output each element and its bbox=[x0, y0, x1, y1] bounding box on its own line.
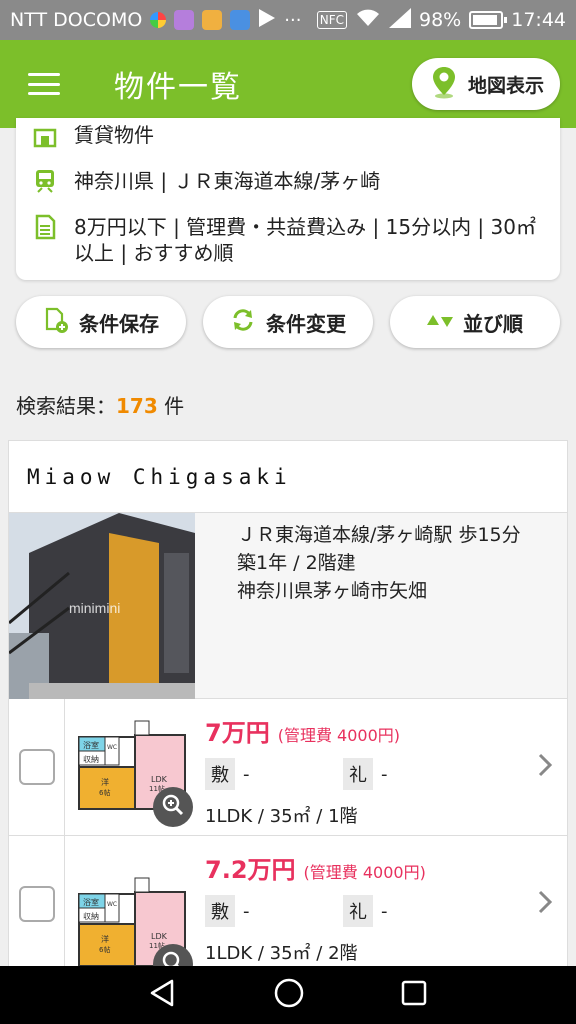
svg-text:浴室: 浴室 bbox=[83, 897, 99, 907]
room-info[interactable]: 7万円 (管理費 4000円) 敷 - 礼 - 1LDK / 35㎡ / 1階 bbox=[205, 699, 567, 835]
search-conditions-card: 賃貸物件 神奈川県 | ＪＲ東海道本線/茅ヶ崎 8万円以下 | 管理費・共益費込… bbox=[16, 118, 560, 280]
chevron-right-icon[interactable] bbox=[537, 752, 553, 782]
save-conditions-button[interactable]: 条件保存 bbox=[16, 296, 186, 348]
condition-details: 8万円以下 | 管理費・共益費込み | 15分以内 | 30㎡以上 | おすすめ… bbox=[32, 214, 548, 266]
key-money-label: 礼 bbox=[343, 758, 373, 790]
app-bar: 物件一覧 地図表示 bbox=[0, 40, 576, 128]
building-icon bbox=[32, 122, 58, 148]
zoom-plan-button[interactable] bbox=[153, 787, 193, 827]
pinwheel-icon bbox=[150, 12, 167, 28]
sort-order-button[interactable]: 並び順 bbox=[390, 296, 560, 348]
key-money-label: 礼 bbox=[343, 895, 373, 927]
train-icon bbox=[32, 168, 58, 194]
save-conditions-label: 条件保存 bbox=[79, 311, 159, 336]
svg-text:WC: WC bbox=[107, 744, 117, 751]
management-fee: (管理費 4000円) bbox=[277, 726, 400, 745]
svg-text:LDK: LDK bbox=[151, 775, 168, 784]
gallery-icon bbox=[174, 10, 195, 30]
system-nav-bar bbox=[0, 966, 576, 1024]
photo-watermark: minimini bbox=[69, 600, 120, 616]
app-icon bbox=[202, 10, 223, 30]
room-layout: 1LDK / 35㎡ / 1階 bbox=[205, 806, 358, 827]
room-checkbox[interactable] bbox=[18, 886, 55, 922]
svg-text:LDK: LDK bbox=[151, 932, 168, 941]
condition-type: 賃貸物件 bbox=[32, 122, 154, 148]
result-count: 検索結果：173 件 bbox=[16, 390, 184, 419]
more-icon: ··· bbox=[284, 9, 302, 31]
recents-icon[interactable] bbox=[400, 979, 428, 1011]
zoom-icon bbox=[161, 793, 185, 821]
signal-icon bbox=[389, 7, 411, 33]
rent-price: 7万円 bbox=[205, 719, 270, 747]
change-conditions-button[interactable]: 条件変更 bbox=[203, 296, 373, 348]
result-count-unit: 件 bbox=[164, 394, 185, 418]
floor-plan[interactable]: 浴室 収納 WC 洋 6帖 LDK 11帖 bbox=[65, 836, 205, 969]
page-title: 物件一覧 bbox=[114, 70, 242, 105]
play-store-icon bbox=[258, 8, 276, 33]
nfc-icon: NFC bbox=[316, 11, 347, 29]
room-checkbox[interactable] bbox=[18, 749, 55, 785]
clock: 17:44 bbox=[511, 9, 566, 31]
deposit-label: 敷 bbox=[205, 895, 235, 927]
property-listing[interactable]: Miaow Chigasaki minimini ＪＲ東海道本線/茅ヶ崎駅 歩1… bbox=[8, 440, 568, 970]
property-address: 神奈川県茅ヶ崎市矢畑 bbox=[237, 580, 428, 602]
svg-text:洋: 洋 bbox=[101, 777, 109, 787]
wifi-icon bbox=[355, 8, 381, 33]
battery-percent: 98% bbox=[419, 9, 462, 31]
refresh-icon bbox=[230, 307, 256, 338]
condition-details-text: 8万円以下 | 管理費・共益費込み | 15分以内 | 30㎡以上 | おすすめ… bbox=[74, 215, 536, 265]
save-doc-icon bbox=[43, 307, 69, 338]
deposit-value: - bbox=[243, 900, 250, 922]
property-photo[interactable]: minimini bbox=[9, 513, 195, 699]
change-conditions-label: 条件変更 bbox=[266, 311, 346, 336]
carrier-name: NTT DOCOMO bbox=[10, 9, 143, 31]
property-details: ＪＲ東海道本線/茅ヶ崎駅 歩15分 築1年 / 2階建 神奈川県茅ヶ崎市矢畑 bbox=[195, 513, 521, 698]
svg-text:6帖: 6帖 bbox=[99, 788, 110, 797]
result-count-label: 検索結果： bbox=[16, 394, 116, 418]
home-icon[interactable] bbox=[273, 977, 305, 1013]
document-icon bbox=[32, 214, 58, 240]
map-view-button[interactable]: 地図表示 bbox=[411, 58, 560, 110]
menu-icon[interactable] bbox=[28, 73, 60, 95]
property-age: 築1年 / 2階建 bbox=[237, 552, 356, 574]
floor-plan[interactable]: 浴室 収納 WC 洋 6帖 LDK 11帖 bbox=[65, 699, 205, 835]
chevron-right-icon[interactable] bbox=[537, 889, 553, 919]
deposit-label: 敷 bbox=[205, 758, 235, 790]
management-fee: (管理費 4000円) bbox=[303, 863, 426, 882]
map-pin-icon bbox=[430, 65, 458, 104]
back-icon[interactable] bbox=[148, 978, 178, 1012]
key-money-value: - bbox=[381, 900, 388, 922]
action-buttons: 条件保存 条件変更 並び順 bbox=[16, 296, 560, 350]
room-select bbox=[9, 699, 65, 835]
property-access: ＪＲ東海道本線/茅ヶ崎駅 歩15分 bbox=[237, 524, 521, 546]
sort-arrows-icon bbox=[427, 310, 453, 334]
svg-text:収納: 収納 bbox=[83, 911, 99, 921]
svg-text:浴室: 浴室 bbox=[83, 740, 99, 750]
property-summary[interactable]: minimini ＪＲ東海道本線/茅ヶ崎駅 歩15分 築1年 / 2階建 神奈川… bbox=[9, 513, 567, 699]
room-select bbox=[9, 836, 65, 969]
svg-text:WC: WC bbox=[107, 901, 117, 908]
wifi-app-icon bbox=[230, 10, 251, 30]
key-money-value: - bbox=[381, 763, 388, 785]
condition-type-text: 賃貸物件 bbox=[74, 123, 154, 147]
room-layout: 1LDK / 35㎡ / 2階 bbox=[205, 943, 358, 964]
room-row[interactable]: 浴室 収納 WC 洋 6帖 LDK 11帖 7万円 (管理費 4000円) 敷 … bbox=[9, 699, 567, 836]
battery-icon bbox=[469, 11, 508, 29]
condition-line: 神奈川県 | ＪＲ東海道本線/茅ヶ崎 bbox=[32, 168, 380, 194]
svg-text:洋: 洋 bbox=[101, 934, 109, 944]
room-info[interactable]: 7.2万円 (管理費 4000円) 敷 - 礼 - 1LDK / 35㎡ / 2… bbox=[205, 836, 567, 969]
deposit-value: - bbox=[243, 763, 250, 785]
room-row[interactable]: 浴室 収納 WC 洋 6帖 LDK 11帖 7.2万円 (管理費 4000円) … bbox=[9, 836, 567, 969]
map-view-label: 地図表示 bbox=[467, 74, 544, 97]
rent-price: 7.2万円 bbox=[205, 856, 296, 884]
condition-line-text: 神奈川県 | ＪＲ東海道本線/茅ヶ崎 bbox=[74, 169, 381, 193]
status-bar: NTT DOCOMO ··· NFC 98% 17:44 bbox=[0, 0, 576, 40]
property-name[interactable]: Miaow Chigasaki bbox=[9, 441, 567, 513]
svg-text:6帖: 6帖 bbox=[99, 945, 110, 954]
svg-text:収納: 収納 bbox=[83, 754, 99, 764]
sort-order-label: 並び順 bbox=[463, 311, 523, 336]
result-count-number: 173 bbox=[116, 394, 158, 418]
